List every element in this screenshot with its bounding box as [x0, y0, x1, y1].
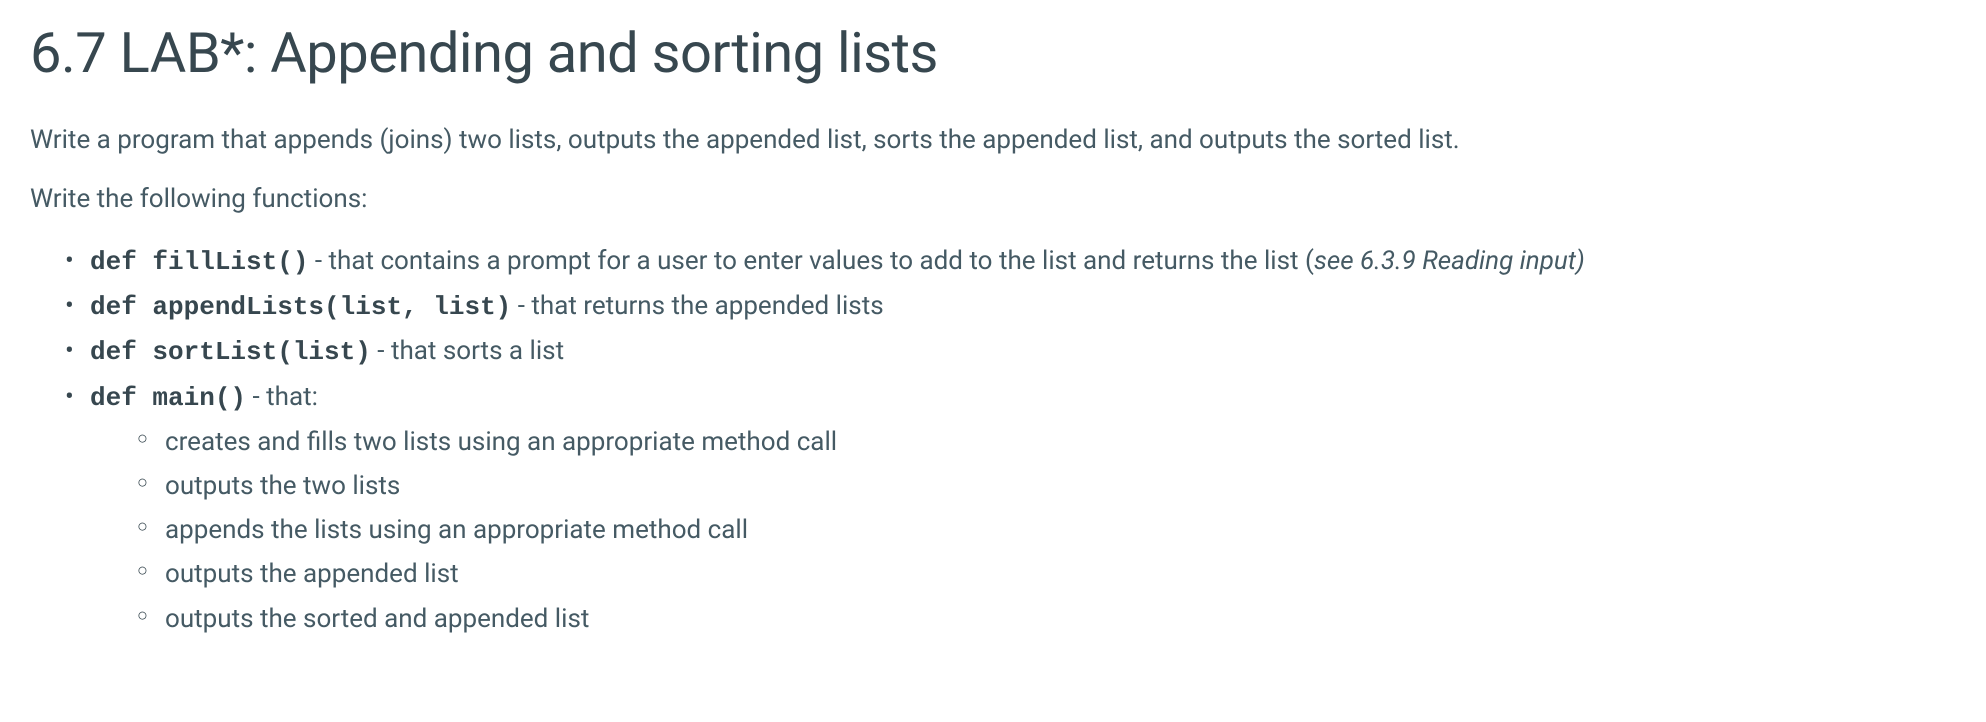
function-item-main: def main() - that: creates and fills two… — [90, 375, 1956, 641]
function-item-appendlists: def appendLists(list, list) - that retur… — [90, 284, 1956, 329]
main-step-2: outputs the two lists — [165, 464, 1956, 508]
main-step-4: outputs the appended list — [165, 552, 1956, 596]
function-item-sortlist: def sortList(list) - that sorts a list — [90, 329, 1956, 374]
desc-filllist-prefix: - that contains a prompt for a user to e… — [308, 246, 1313, 276]
code-main: def main() — [90, 383, 246, 413]
desc-appendlists: - that returns the appended lists — [511, 291, 883, 321]
function-list: def fillList() - that contains a prompt … — [30, 239, 1956, 641]
subintro-paragraph: Write the following functions: — [30, 180, 1956, 219]
desc-main: - that: — [246, 382, 318, 412]
main-steps-list: creates and fills two lists using an app… — [90, 420, 1956, 641]
code-appendlists: def appendLists(list, list) — [90, 292, 511, 322]
desc-sortlist: - that sorts a list — [371, 336, 564, 366]
main-step-1: creates and fills two lists using an app… — [165, 420, 1956, 464]
code-sortlist: def sortList(list) — [90, 337, 371, 367]
main-step-5: outputs the sorted and appended list — [165, 597, 1956, 641]
intro-paragraph: Write a program that appends (joins) two… — [30, 121, 1956, 160]
page-title: 6.7 LAB*: Appending and sorting lists — [30, 20, 1956, 86]
function-item-filllist: def fillList() - that contains a prompt … — [90, 239, 1956, 284]
code-filllist: def fillList() — [90, 247, 308, 277]
desc-filllist-italic: see 6.3.9 Reading input) — [1314, 246, 1585, 276]
main-step-3: appends the lists using an appropriate m… — [165, 508, 1956, 552]
